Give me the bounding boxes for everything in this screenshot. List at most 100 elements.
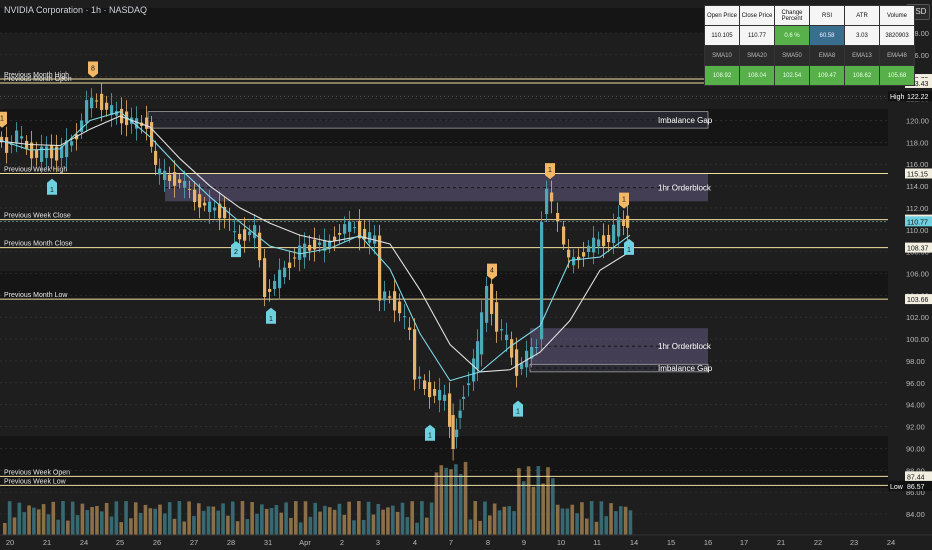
candle-body — [510, 339, 514, 358]
candle-body — [228, 218, 232, 220]
candle-body — [100, 93, 104, 110]
volume-bar — [250, 502, 254, 535]
stat-value: 110.105 — [704, 25, 740, 46]
volume-bar — [187, 501, 191, 535]
candle-body — [451, 415, 455, 449]
volume-bar — [17, 502, 22, 535]
candle-body — [467, 383, 471, 386]
volume-bar — [22, 512, 26, 535]
gap-band — [0, 436, 888, 488]
price-tick: 114.00 — [906, 182, 928, 191]
price-tag-value: 103.66 — [907, 297, 929, 304]
volume-bar — [85, 510, 90, 535]
candle-body — [408, 327, 412, 330]
zone-label: Imbalance Gap — [658, 116, 713, 125]
volume-bar — [551, 478, 555, 535]
candle-body — [243, 229, 247, 241]
time-tick: 28 — [227, 538, 235, 547]
volume-bar — [376, 503, 381, 535]
volume-bar — [36, 509, 41, 535]
volume-bar — [463, 461, 468, 535]
candle-body — [105, 102, 109, 110]
volume-bar — [235, 521, 240, 535]
volume-bar — [66, 520, 70, 535]
volume-bar — [148, 508, 153, 535]
stat-header: SMA10 — [704, 45, 740, 66]
volume-bar — [541, 483, 545, 535]
volume-bar — [502, 506, 507, 535]
candle-body — [455, 429, 459, 438]
candle-body — [418, 376, 422, 379]
volume-bar — [206, 506, 211, 535]
time-tick: 11 — [593, 538, 601, 547]
volume-bar — [483, 501, 487, 535]
volume-bar — [32, 507, 36, 535]
level-label: Previous Week Low — [4, 478, 67, 485]
candle-body — [562, 226, 566, 245]
volume-bar — [279, 512, 284, 535]
price-tick: 118.00 — [906, 138, 928, 147]
candle-body — [602, 235, 606, 247]
volume-bar — [274, 505, 279, 535]
volume-bar — [327, 507, 332, 535]
time-tick: 21 — [43, 538, 51, 547]
candle-body — [178, 179, 182, 183]
time-tick: 22 — [814, 538, 822, 547]
volume-bar — [395, 511, 400, 535]
volume-bar — [294, 501, 298, 535]
candle-body — [535, 346, 539, 348]
volume-bar — [444, 467, 448, 535]
stat-value: 3820903 — [879, 25, 915, 46]
volume-bar — [298, 522, 303, 535]
candle-body — [443, 394, 447, 401]
candle-body — [35, 149, 39, 158]
volume-bar — [226, 515, 230, 535]
level-label: Previous Month Open — [4, 76, 72, 83]
volume-bar — [41, 504, 46, 535]
price-tick: 84.00 — [906, 510, 925, 519]
volume-bar — [313, 502, 317, 535]
price-tick: 102.00 — [906, 313, 929, 322]
candle-body — [183, 180, 187, 188]
signal-marker-label: 1 — [50, 187, 54, 194]
price-tick: 116.00 — [906, 160, 928, 169]
candle-body — [233, 231, 237, 233]
level-label: Previous Month Low — [4, 292, 68, 299]
candle-body — [198, 194, 202, 208]
volume-bar — [628, 510, 633, 535]
volume-bar — [197, 503, 201, 535]
chart-title: NVIDIA Corporation · 1h · NASDAQ — [4, 5, 148, 15]
candle-body — [238, 233, 242, 240]
volume-bar — [371, 514, 376, 535]
time-tick: 9 — [522, 538, 526, 547]
volume-bar — [361, 520, 366, 535]
candle-body — [50, 145, 54, 159]
candle-body — [158, 168, 162, 175]
level-label: Previous Month Close — [4, 241, 73, 248]
candle-body — [572, 257, 576, 266]
candle-body — [288, 262, 292, 269]
time-tick: Apr — [299, 538, 311, 547]
volume-bar — [114, 501, 119, 535]
volume-bar — [381, 509, 385, 535]
time-tick: 25 — [116, 538, 124, 547]
volume-bar — [575, 513, 579, 535]
candle-body — [313, 239, 317, 250]
volume-bar — [163, 513, 167, 535]
stat-header: Open Price — [704, 5, 740, 26]
candle-body — [154, 150, 158, 165]
candle-body — [145, 117, 149, 129]
stat-header: EMA13 — [844, 45, 880, 66]
candle-body — [403, 316, 407, 318]
time-tick: 16 — [704, 538, 712, 547]
candle-body — [283, 267, 287, 278]
volume-bar — [269, 508, 274, 535]
volume-bar — [167, 502, 172, 535]
stat-header: SMA20 — [739, 45, 775, 66]
volume-bar — [342, 514, 347, 535]
stat-header: RSI — [809, 5, 845, 26]
candle-body — [15, 130, 19, 144]
volume-bar — [177, 501, 182, 535]
volume-bar — [488, 515, 492, 535]
time-tick: 27 — [190, 538, 198, 547]
